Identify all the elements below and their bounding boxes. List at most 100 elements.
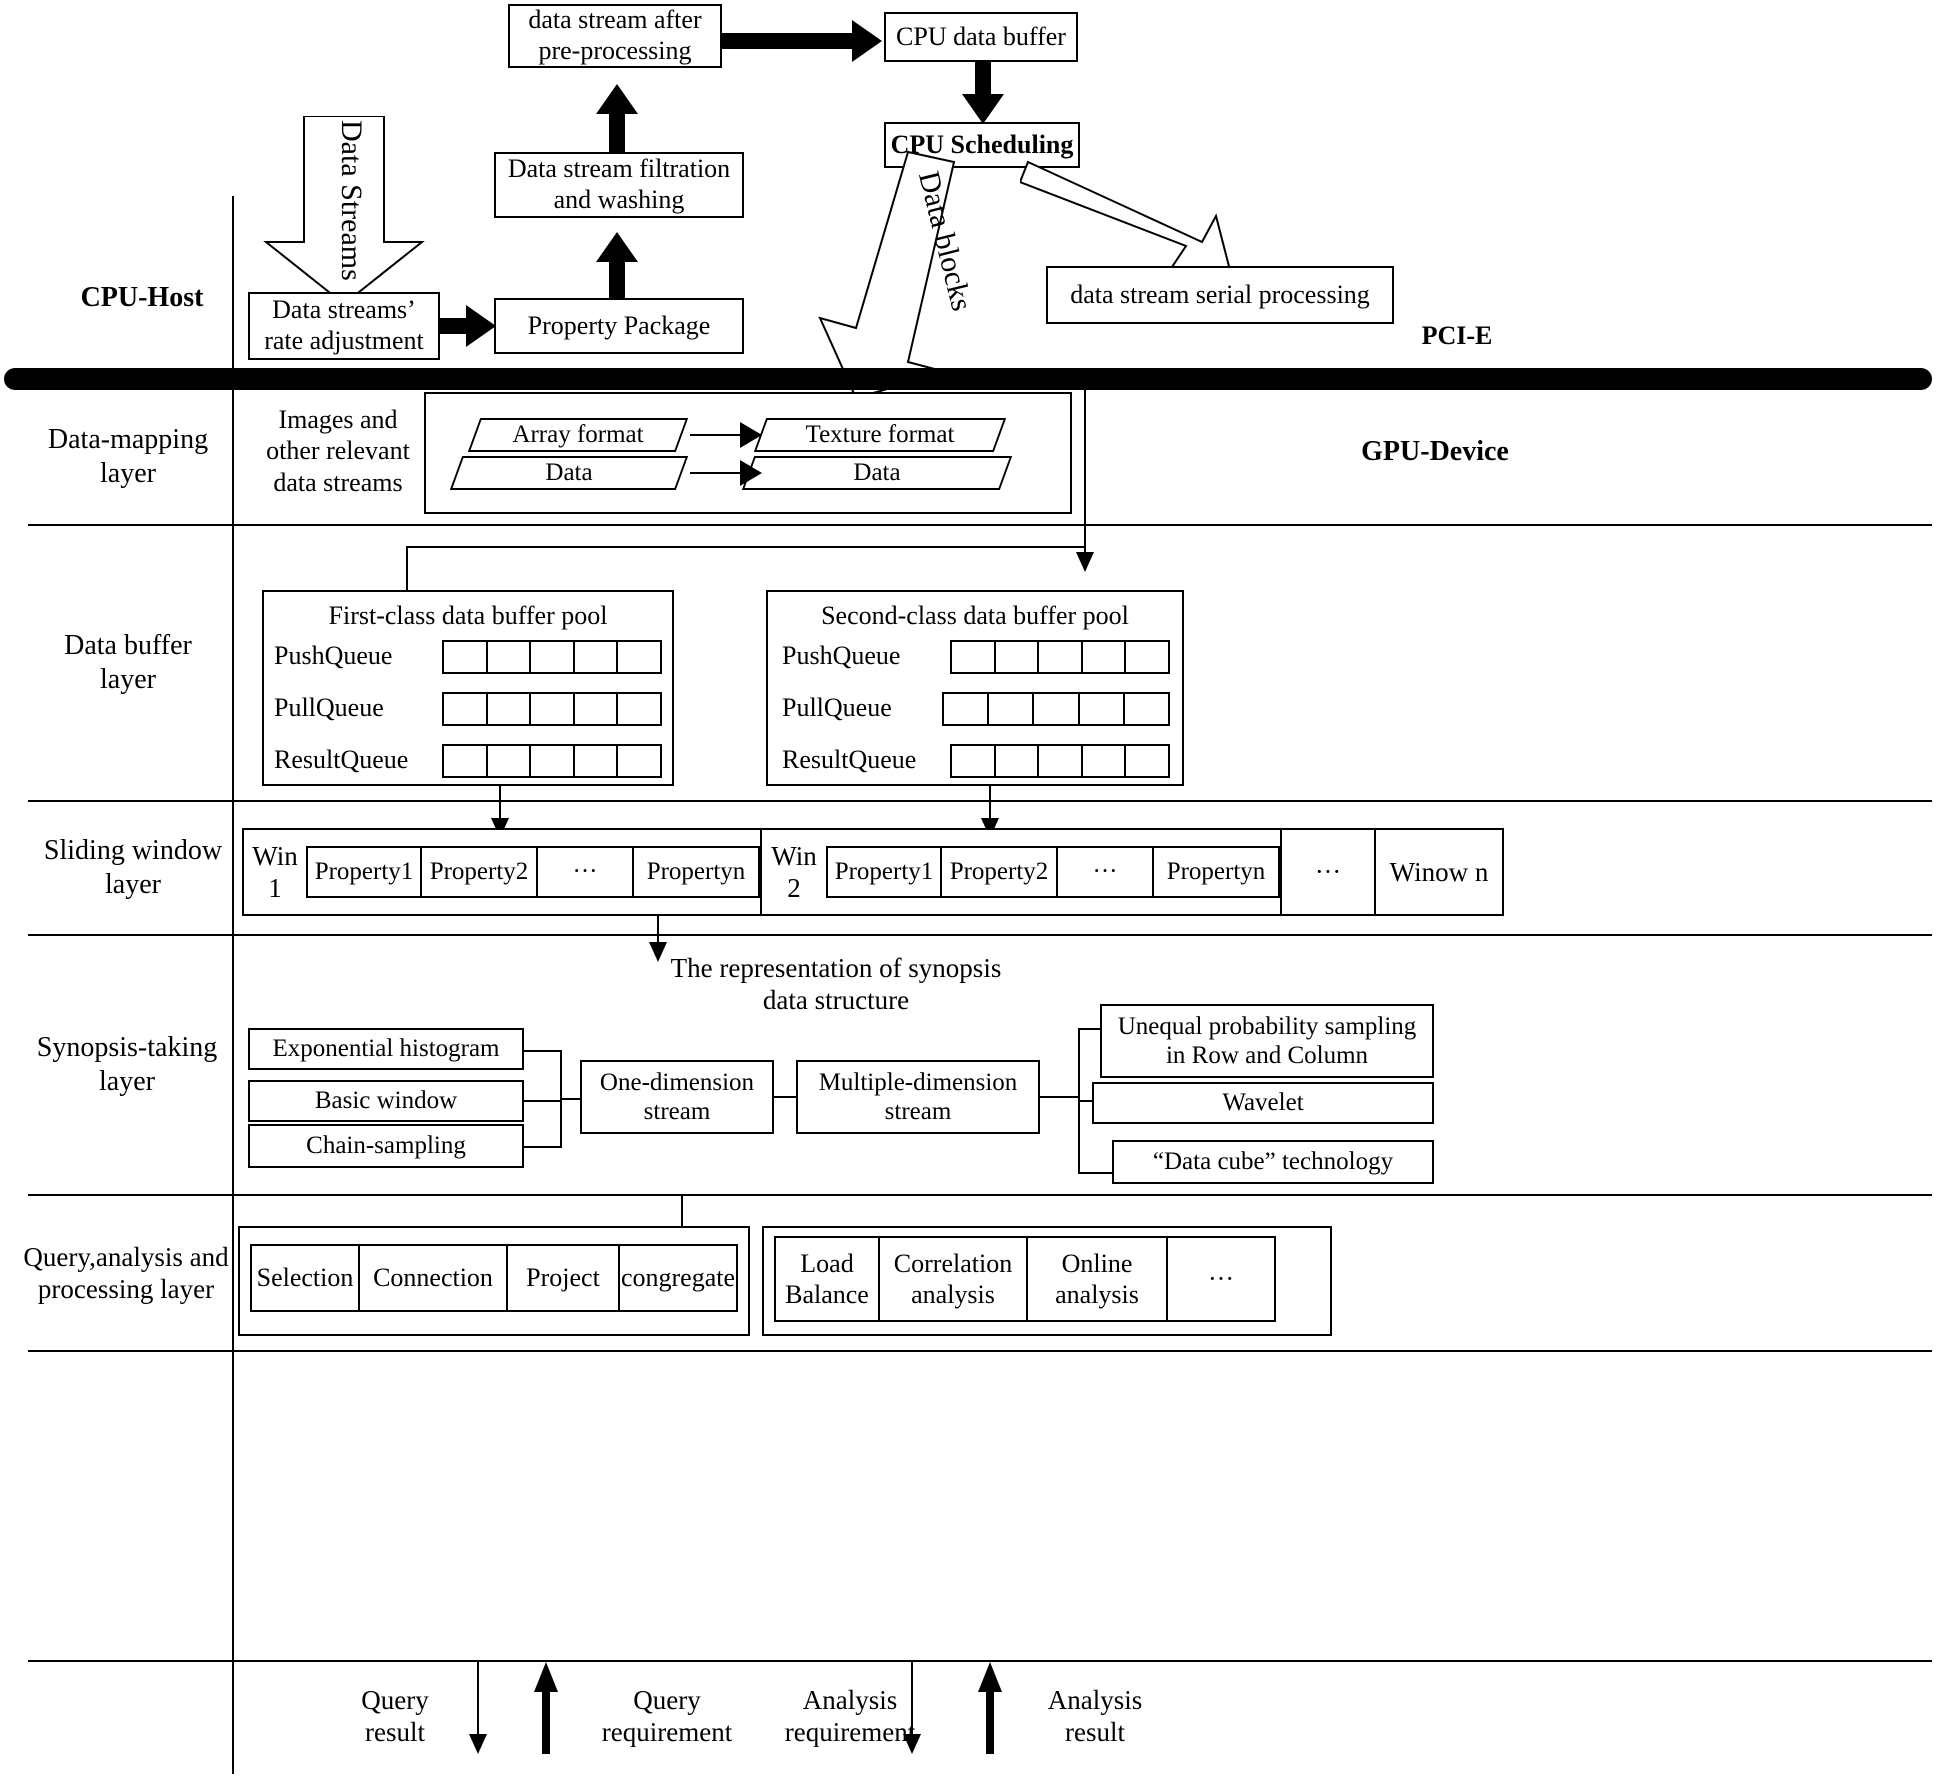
rate-adjustment-line2: rate adjustment [264,326,424,355]
serial-processing-label: data stream serial processing [1070,279,1370,309]
analysis-op-load-balance: Load Balance [776,1238,880,1320]
first-class-pool-title: First-class data buffer pool [328,601,608,631]
synopsis-one-dimension-stream: One-dimension stream [580,1060,774,1134]
sliding-window-strip: Win 1 Property1 Property2 ··· Propertyn … [242,828,1504,916]
synopsis-right-stub-3 [1078,1172,1114,1174]
window-1-property-2: Property2 [422,848,538,896]
window-1-property-ellipsis: ··· [538,848,634,896]
first-class-resultqueue-label: ResultQueue [274,745,409,775]
query-op-connection: Connection [360,1246,508,1310]
arrow-filtration-to-preprocessing [596,84,638,156]
data-mapping-side-note: Images and other relevant data streams [266,405,410,497]
synopsis-left-stub-2 [524,1100,562,1102]
window-2-property-1: Property1 [828,848,942,896]
first-class-pullqueue-label: PullQueue [274,693,384,723]
box-cpu-scheduling: CPU Scheduling [884,122,1080,168]
synopsis-left-stub-3 [524,1146,562,1148]
second-class-pullqueue-cells [942,692,1170,726]
synopsis-right-in [1040,1096,1080,1098]
first-class-pushqueue-label: PushQueue [274,641,393,671]
arrow-query-requirement-up [534,1662,558,1754]
arrow-data-to-data [690,460,762,486]
layer-label-data-mapping: Data-mapping layer [47,424,209,489]
arrow-analysis-result-up [978,1662,1002,1754]
label-data-left: Data [545,459,593,486]
footer-analysis-result: Analysis result [1047,1684,1143,1747]
window-2-label: Win 2 [771,840,817,903]
arrow-cpu-buffer-to-scheduling [962,62,1004,124]
second-class-pullqueue-label: PullQueue [782,693,892,723]
arrow-rate-to-property [440,305,496,347]
line-bus-to-buffer-branch [1084,390,1086,520]
layer-label-query-analysis: Query,analysis and processing layer [23,1241,229,1304]
label-gpu-device: GPU-Device [1361,436,1509,468]
layer-label-synopsis-taking: Synopsis-taking layer [36,1032,218,1097]
second-class-resultqueue-cells [950,744,1170,778]
after-pre-line2: pre-processing [538,36,692,65]
sliding-window-last: Winow n [1389,856,1489,887]
pci-e-bus-bar [4,368,1932,390]
window-2-property-n: Propertyn [1166,858,1266,885]
window-2: Win 2 Property1 Property2 ··· Propertyn [762,830,1282,914]
label-texture-format: Texture format [805,421,955,448]
label-pci-e: PCI-E [1421,321,1493,351]
box-data-stream-filtration: Data stream filtration and washing [494,152,744,218]
synopsis-wavelet: Wavelet [1092,1082,1434,1124]
query-op-project: Project [508,1246,620,1310]
synopsis-onedim-to-multidim [774,1096,798,1098]
arrow-preprocessing-to-cpu-buffer [722,20,882,62]
layer-rule-data-mapping-bottom [28,524,1932,526]
window-1-label: Win 1 [252,840,298,903]
box-data-stream-serial-processing: data stream serial processing [1046,266,1394,324]
filtration-line1: Data stream filtration [507,154,731,184]
label-array-format: Array format [512,421,644,448]
analysis-op-online-analysis: Online analysis [1028,1238,1168,1320]
layer-rule-synopsis-bottom [28,1194,1932,1196]
box-data-stream-after-preprocessing: data stream after pre-processing [508,4,722,68]
architecture-diagram: data stream after pre-processing CPU dat… [0,0,1936,1776]
window-1-property-1: Property1 [308,848,422,896]
second-class-resultqueue-label: ResultQueue [782,745,917,775]
synopsis-basic-window: Basic window [248,1080,524,1122]
sliding-window-ellipsis: ··· [1282,830,1376,914]
layer-rule-sliding-window-bottom [28,934,1932,936]
layer-rule-query-bottom [28,1350,1932,1352]
synopsis-caption: The representation of synopsis data stru… [670,952,1002,1015]
layer-label-sliding-window: Sliding window layer [43,835,223,900]
cpu-data-buffer-label: CPU data buffer [896,21,1066,51]
box-rate-adjustment: Data streams’ rate adjustment [248,292,440,360]
footer-analysis-requirement: Analysis requirement [784,1684,916,1747]
layer-label-data-buffer: Data buffer layer [64,630,192,695]
box-property-package: Property Package [494,298,744,354]
rate-adjustment-line1: Data streams’ [272,295,416,325]
arrow-bus-to-second-pool [1075,516,1095,572]
footer-query-result: Query result [361,1684,429,1747]
second-class-pushqueue-label: PushQueue [782,641,901,671]
synopsis-left-stub-1 [524,1050,562,1052]
window-2-property-2: Property2 [942,848,1058,896]
synopsis-chain-sampling: Chain-sampling [248,1124,524,1168]
label-data-right: Data [853,459,901,486]
window-1-property-n: Propertyn [646,858,746,885]
buffer-connector-drop-left [406,546,408,592]
window-2-property-ellipsis: ··· [1058,848,1154,896]
box-cpu-data-buffer: CPU data buffer [884,12,1078,62]
filtration-line2: and washing [553,185,685,214]
query-operators-strip: Selection Connection Project congregate [250,1244,738,1312]
property-package-label: Property Package [527,310,711,340]
analysis-op-correlation-analysis: Correlation analysis [880,1238,1028,1320]
after-pre-line1: data stream after [528,5,702,35]
first-class-pullqueue-cells [442,692,662,726]
second-class-pool-title: Second-class data buffer pool [821,601,1129,631]
synopsis-unequal-probability-sampling: Unequal probability sampling in Row and … [1100,1004,1434,1078]
arrow-array-to-texture [690,422,762,448]
label-cpu-host: CPU-Host [80,282,204,314]
arrow-query-result-down [468,1662,488,1754]
synopsis-data-cube-technology: “Data cube” technology [1112,1140,1434,1184]
first-class-resultqueue-cells [442,744,662,778]
synopsis-multiple-dimension-stream: Multiple-dimension stream [796,1060,1040,1134]
synopsis-exponential-histogram: Exponential histogram [248,1028,524,1070]
label-data-blocks: Data blocks [911,168,979,315]
analysis-op-ellipsis: ··· [1208,1264,1234,1294]
window-1: Win 1 Property1 Property2 ··· Propertyn [244,830,762,914]
